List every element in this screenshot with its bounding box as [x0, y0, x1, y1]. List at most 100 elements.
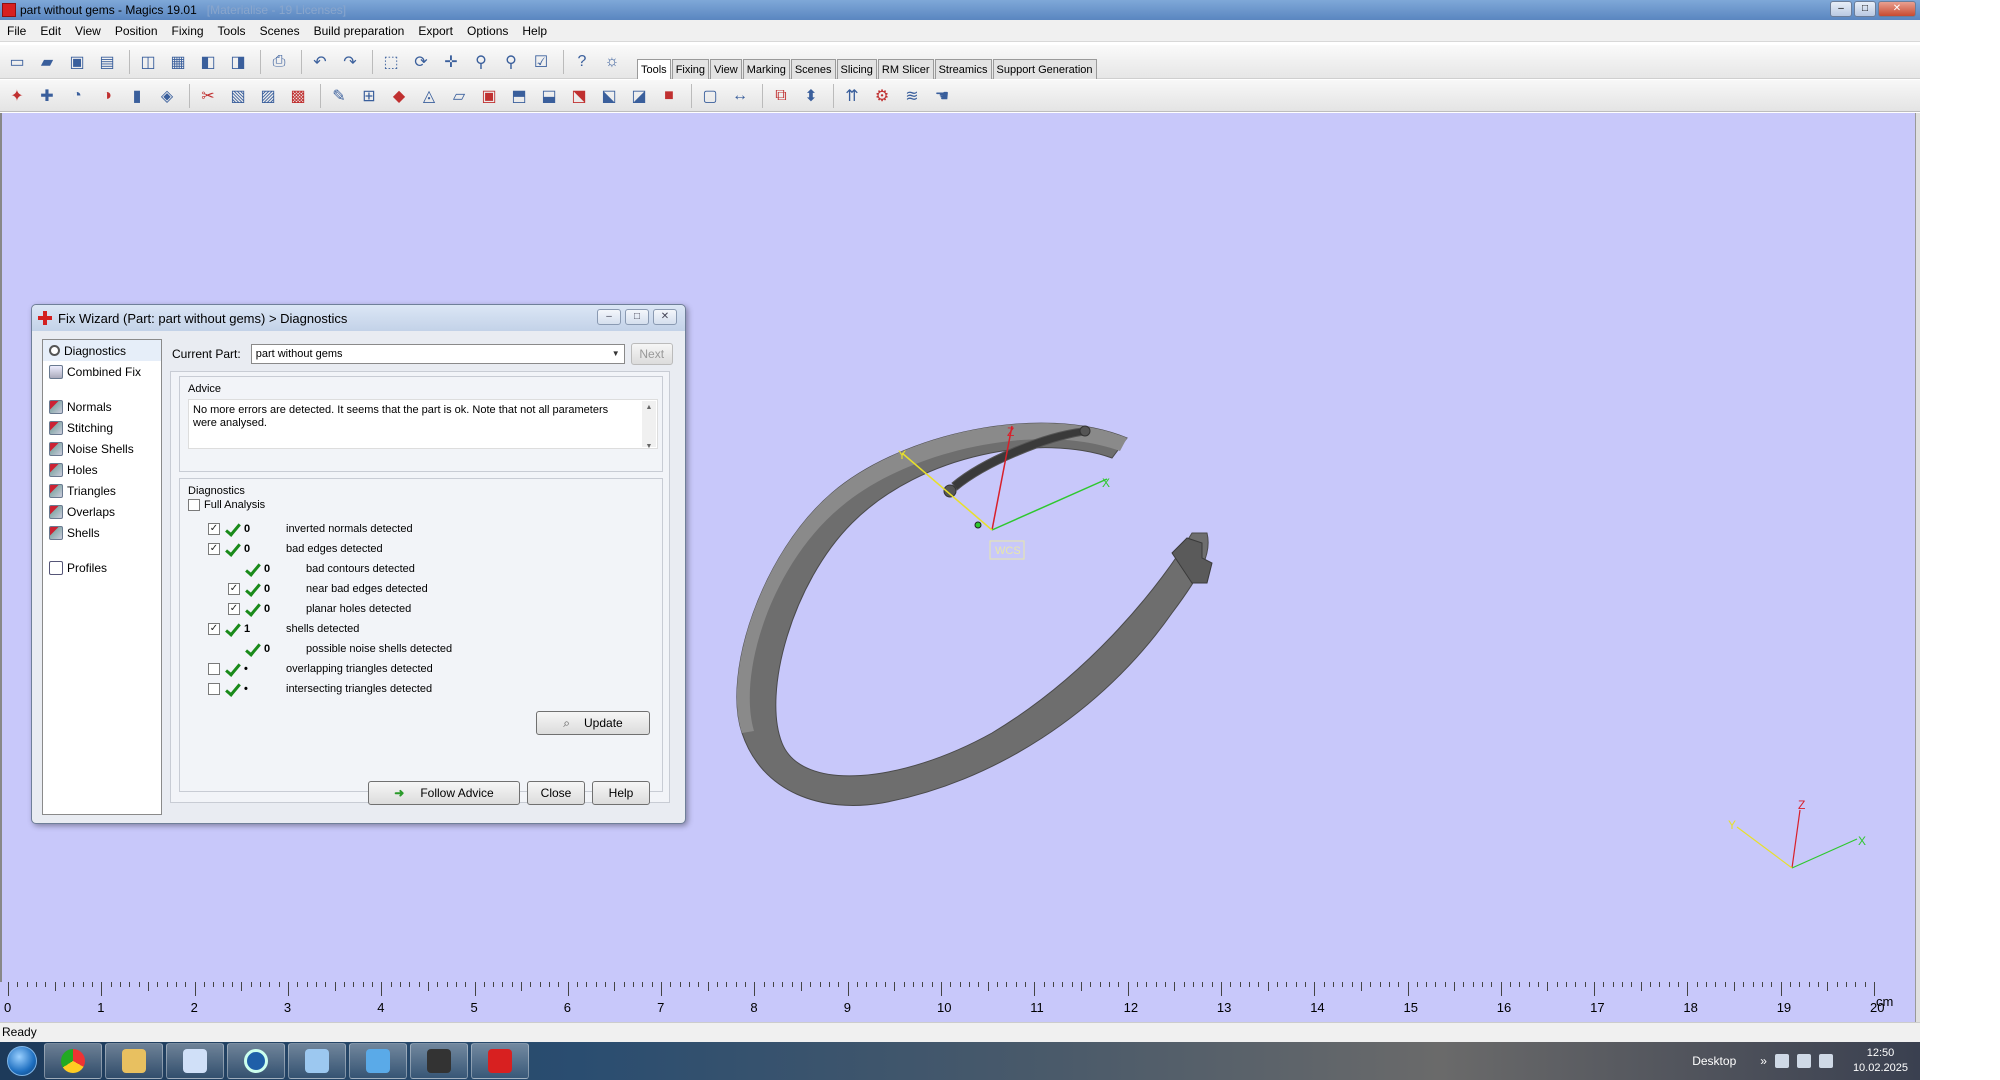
volume-icon[interactable]	[1818, 1054, 1833, 1068]
minimize-button[interactable]: –	[1830, 1, 1852, 17]
tab-rm-slicer[interactable]: RM Slicer	[877, 58, 934, 79]
nav-overlaps[interactable]: Overlaps	[43, 501, 161, 522]
top-view-icon[interactable]: ⬒	[506, 83, 532, 109]
start-button[interactable]	[0, 1042, 44, 1080]
pan-icon[interactable]: ✛	[438, 49, 464, 75]
nav-diagnostics[interactable]: Diagnostics	[43, 340, 161, 361]
nav-noise-shells[interactable]: Noise Shells	[43, 438, 161, 459]
follow-advice-button[interactable]: ➜ Follow Advice	[368, 781, 520, 805]
offset-icon[interactable]: ▨	[255, 83, 281, 109]
redo-icon[interactable]: ↷	[337, 49, 363, 75]
menu-build-preparation[interactable]: Build preparation	[307, 24, 412, 38]
save-part-icon[interactable]: ▦	[165, 49, 191, 75]
nav-stitching[interactable]: Stitching	[43, 417, 161, 438]
load-icon[interactable]: ◧	[195, 49, 221, 75]
save-as-icon[interactable]: ▤	[94, 49, 120, 75]
section-icon[interactable]: ▱	[446, 83, 472, 109]
rotate-part-icon[interactable]: ◔	[64, 83, 90, 109]
zoom-icon[interactable]: ⚲	[468, 49, 494, 75]
menu-fixing[interactable]: Fixing	[165, 24, 211, 38]
tab-view[interactable]: View	[710, 58, 742, 79]
menu-export[interactable]: Export	[411, 24, 460, 38]
open-folder-icon[interactable]: ▰	[34, 49, 60, 75]
menu-scenes[interactable]: Scenes	[253, 24, 307, 38]
layers-icon[interactable]: ≋	[899, 83, 925, 109]
diagnostic-checkbox[interactable]	[208, 663, 220, 675]
dialog-maximize-button[interactable]: □	[625, 309, 649, 325]
update-button[interactable]: ⌕ Update	[536, 711, 650, 735]
magics-app[interactable]	[471, 1043, 529, 1079]
mirror-icon[interactable]: ◑	[94, 83, 120, 109]
duplicate-icon[interactable]: ◈	[154, 83, 180, 109]
print-icon[interactable]: ⎙	[266, 49, 292, 75]
menu-tools[interactable]: Tools	[211, 24, 253, 38]
nav-holes[interactable]: Holes	[43, 459, 161, 480]
iso-view-icon[interactable]: ⬕	[596, 83, 622, 109]
vs-app[interactable]	[349, 1043, 407, 1079]
dialog-minimize-button[interactable]: –	[597, 309, 621, 325]
tab-slicing[interactable]: Slicing	[836, 58, 877, 79]
support-icon[interactable]: ⇈	[839, 83, 865, 109]
wireframe-icon[interactable]: ◪	[626, 83, 652, 109]
dialog-title-bar[interactable]: Fix Wizard (Part: part without gems) > D…	[32, 305, 685, 331]
tray-chevron[interactable]: »	[1760, 1054, 1767, 1068]
tool-app[interactable]	[410, 1043, 468, 1079]
mark-icon[interactable]: ◆	[386, 83, 412, 109]
label-icon[interactable]: ✎	[326, 83, 352, 109]
maximize-button[interactable]: □	[1854, 1, 1876, 17]
language-icon[interactable]	[1774, 1054, 1789, 1068]
nav-profiles[interactable]: Profiles	[43, 557, 161, 578]
nav-shells[interactable]: Shells	[43, 522, 161, 543]
diagnostic-checkbox[interactable]	[208, 683, 220, 695]
nav-triangles[interactable]: Triangles	[43, 480, 161, 501]
close-window-button[interactable]: ✕	[1878, 1, 1916, 17]
diagnostic-checkbox[interactable]: ✓	[208, 543, 220, 555]
menu-file[interactable]: File	[0, 24, 33, 38]
dialog-close-button[interactable]: ✕	[653, 309, 677, 325]
measure-icon[interactable]: ⊞	[356, 83, 382, 109]
close-button[interactable]: Close	[527, 781, 585, 805]
network-icon[interactable]	[1796, 1054, 1811, 1068]
document-app[interactable]	[288, 1043, 346, 1079]
nav-combined-fix[interactable]: Combined Fix	[43, 361, 161, 382]
side-view-icon[interactable]: ⬔	[566, 83, 592, 109]
nest-icon[interactable]: ⧉	[768, 83, 794, 109]
chrome-app[interactable]	[44, 1043, 102, 1079]
save-icon[interactable]: ▣	[64, 49, 90, 75]
box-icon[interactable]: ▣	[476, 83, 502, 109]
nav-normals[interactable]: Normals	[43, 396, 161, 417]
full-analysis-row[interactable]: Full Analysis	[188, 499, 265, 511]
menu-position[interactable]: Position	[108, 24, 165, 38]
tab-marking[interactable]: Marking	[742, 58, 790, 79]
scale-icon[interactable]: ▮	[124, 83, 150, 109]
new-file-icon[interactable]: ▭	[4, 49, 30, 75]
advice-scrollbar[interactable]: ▲ ▼	[642, 401, 656, 450]
hand-icon[interactable]: ☚	[929, 83, 955, 109]
menu-help[interactable]: Help	[515, 24, 554, 38]
help-context-icon[interactable]: ☼	[599, 49, 625, 75]
help-icon[interactable]: ?	[569, 49, 595, 75]
paint-app[interactable]	[166, 1043, 224, 1079]
settings-app[interactable]	[227, 1043, 285, 1079]
menu-options[interactable]: Options	[460, 24, 515, 38]
explorer-app[interactable]	[105, 1043, 163, 1079]
diagnostic-checkbox[interactable]: ✓	[228, 583, 240, 595]
diagnostic-checkbox[interactable]: ✓	[208, 623, 220, 635]
tab-tools[interactable]: Tools	[637, 58, 671, 79]
unload-icon[interactable]: ◨	[225, 49, 251, 75]
clock[interactable]: 12:50 10.02.2025	[1853, 1046, 1908, 1076]
diagnostic-checkbox[interactable]: ✓	[228, 603, 240, 615]
hollow-icon[interactable]: ▧	[225, 83, 251, 109]
menu-edit[interactable]: Edit	[33, 24, 68, 38]
zoom-window-icon[interactable]: ⚲	[498, 49, 524, 75]
settings-icon[interactable]: ⚙	[869, 83, 895, 109]
next-button[interactable]: Next	[630, 343, 673, 365]
menu-view[interactable]: View	[68, 24, 108, 38]
platform-icon[interactable]: ⬍	[798, 83, 824, 109]
boolean-icon[interactable]: ▩	[285, 83, 311, 109]
shaded-icon[interactable]: ■	[656, 83, 682, 109]
rotate-icon[interactable]: ⟳	[408, 49, 434, 75]
triangle-icon[interactable]: ◬	[416, 83, 442, 109]
help-button[interactable]: Help	[592, 781, 650, 805]
ring-part[interactable]	[736, 422, 1213, 806]
